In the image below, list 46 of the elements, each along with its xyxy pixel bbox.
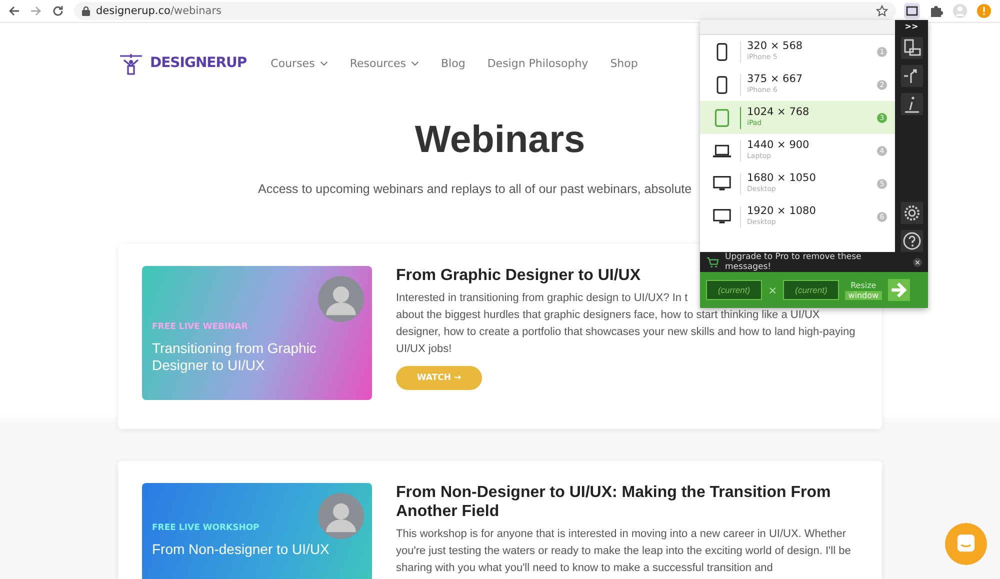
nav-link[interactable]: Blog [441, 56, 466, 70]
collapse-button[interactable]: >> [904, 22, 918, 31]
reload-icon[interactable] [52, 5, 64, 17]
rotate-viewport-icon[interactable] [900, 37, 922, 59]
webinar-title: From Non-Designer to UI/UX: Making the Transition From Another Field [396, 483, 832, 521]
desktop-icon [712, 208, 732, 226]
chevron-down-icon [411, 60, 419, 66]
arrow-right-button[interactable] [888, 279, 910, 301]
banner-tag: FREE LIVE WORKSHOP [152, 523, 260, 533]
nav-link[interactable]: Design Philosophy [487, 56, 588, 70]
banner-tag: FREE LIVE WEBINAR [152, 322, 248, 332]
webinar-description: about the biggest hurdles that graphic designers face, how to start thinking like a UI/UX designer, how to create a portfolio that showcases your new skills and how to land high-paying UI/UX jobs! [396, 308, 856, 357]
settings-icon[interactable] [900, 202, 922, 224]
info-icon[interactable] [900, 93, 922, 115]
page-title: Webinars [414, 118, 586, 162]
logo-text[interactable]: DESIGNERUP [150, 55, 247, 71]
tablet-icon [712, 108, 732, 126]
back-arrow-icon[interactable] [8, 5, 20, 17]
avatar-silhouette-icon [318, 276, 364, 322]
banner-title: Transitioning from Graphic Designer to UI/UX [152, 340, 318, 374]
page-subtitle: Access to upcoming webinars and replays to all of our past webinars, absolute [258, 182, 692, 196]
desktop-icon [712, 174, 732, 192]
nav-link[interactable]: Resources [350, 56, 419, 70]
nav-link[interactable]: Shop [610, 56, 638, 70]
star-icon[interactable] [876, 5, 888, 17]
arrow-one-icon[interactable] [900, 65, 922, 87]
help-icon[interactable] [900, 230, 922, 252]
width-input-field[interactable]: (current) [706, 280, 762, 300]
webinar-title: From Graphic Designer to UI/UX [396, 266, 640, 285]
address-bar[interactable]: designerup.co/webinars [74, 2, 896, 20]
cart-icon [706, 256, 719, 268]
upgrade-message: Upgrade to Pro to remove these messages! [725, 252, 862, 272]
nav-link[interactable]: Courses [270, 56, 328, 70]
chevron-down-icon [320, 60, 328, 66]
puzzle-icon[interactable] [928, 3, 944, 19]
window-label: window [845, 290, 882, 300]
webinar-description: This workshop is for anyone that is interested in moving into a new career in UI/UX. Whether you're just testing the waters or ready to make the leap into the exciting world of design. I'll be sharing with you what you'll need to know to make a successful transition and [396, 527, 852, 576]
avatar-silhouette-icon [318, 493, 364, 539]
resize-extension-icon[interactable] [904, 3, 920, 19]
lock-icon [82, 6, 90, 16]
resize-label: Resize [850, 280, 876, 290]
times-sign: × [768, 284, 778, 296]
banner-title: From Non-designer to UI/UX [152, 541, 330, 558]
webinar-description: Interested in transitioning from graphic design to UI/UX? In t [396, 291, 688, 306]
close-icon[interactable] [913, 258, 922, 266]
height-input-field[interactable]: (current) [783, 280, 840, 300]
